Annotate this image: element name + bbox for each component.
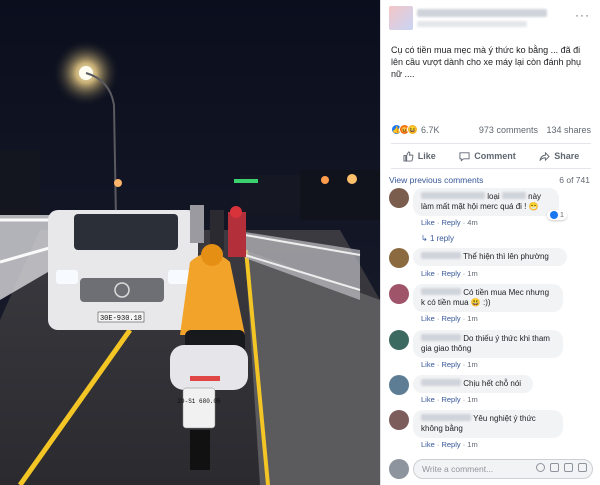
commenter-name-blurred[interactable] (421, 192, 485, 199)
comment-bubble: Có tiền mua Mec nhưng k có tiền mua 😃 :)… (413, 284, 563, 312)
page-name-blurred[interactable] (417, 9, 547, 17)
comment-like-count: 1 (560, 211, 564, 219)
comment-meta: Like · Reply · 1m (421, 440, 478, 449)
commenter-avatar[interactable] (389, 410, 409, 430)
post-stats: 👍 😡 😆 6.7K 973 comments 134 shares (391, 124, 591, 138)
comment-item: loại này làm mất mặt hội merc quá đi ! 😁… (389, 188, 593, 244)
thumbs-up-icon (403, 150, 414, 162)
comment-item: Yêu nghiệt ý thức không bằng Like · Repl… (389, 410, 593, 452)
comment-meta: Like · Reply · 1m (421, 269, 478, 278)
redacted-word (501, 192, 526, 199)
post-action-bar: Like Comment Share (391, 143, 591, 169)
comment-tools (536, 463, 587, 472)
post-timestamp-blurred (417, 21, 527, 27)
car-plate: 30E-930.18 (100, 315, 142, 323)
comment-page-count: 6 of 741 (559, 175, 590, 185)
shares-count-link[interactable]: 134 shares (546, 125, 591, 135)
commenter-avatar[interactable] (389, 375, 409, 395)
comment-reply-link[interactable]: Reply (441, 218, 460, 227)
share-label: Share (554, 151, 580, 161)
haha-reaction-icon: 😆 (407, 124, 418, 135)
camera-icon[interactable] (550, 463, 559, 472)
comment-like-link[interactable]: Like (421, 360, 435, 369)
comment-text-part: loại (487, 192, 500, 201)
comment-reply-link[interactable]: Reply (441, 269, 460, 278)
commenter-name-blurred[interactable] (421, 252, 461, 259)
comment-meta: Like · Reply · 4m (421, 218, 478, 227)
commenter-name-blurred[interactable] (421, 334, 461, 341)
comment-meta: Like · Reply · 1m (421, 360, 478, 369)
comment-item: Chịu hết chỗ nói Like · Reply · 1m (389, 375, 593, 409)
post-photo[interactable]: 30E-930.18 29-S1 680.05 (0, 0, 380, 485)
comment-time: 1m (467, 440, 478, 449)
comment-time: 1m (467, 314, 478, 323)
comment-like-link[interactable]: Like (421, 314, 435, 323)
reaction-count: 6.7K (421, 124, 440, 135)
comment-icon (459, 151, 470, 162)
comment-button[interactable]: Comment (459, 151, 516, 162)
comment-meta: Like · Reply · 1m (421, 314, 478, 323)
share-icon (539, 151, 550, 161)
page-avatar[interactable] (389, 6, 413, 30)
comment-reply-link[interactable]: Reply (441, 360, 460, 369)
comment-item: Do thiếu ý thức khi tham gia giao thông … (389, 330, 593, 374)
comment-bubble: Yêu nghiệt ý thức không bằng (413, 410, 563, 438)
write-comment-row: Write a comment... (389, 458, 593, 480)
comment-bubble: Chịu hết chỗ nói (413, 375, 533, 393)
comment-like-link[interactable]: Like (421, 218, 435, 227)
commenter-avatar[interactable] (389, 188, 409, 208)
share-button[interactable]: Share (539, 151, 579, 162)
comment-item: Có tiền mua Mec nhưng k có tiền mua 😃 :)… (389, 284, 593, 328)
comment-bubble: loại này làm mất mặt hội merc quá đi ! 😁 (413, 188, 559, 216)
like-button[interactable]: Like (403, 150, 436, 162)
commenter-name-blurred[interactable] (421, 288, 461, 295)
commenter-name-blurred[interactable] (421, 414, 471, 421)
comment-label: Comment (474, 151, 516, 161)
comment-like-link[interactable]: Like (421, 395, 435, 404)
comment-text: Thể hiện thì lên phường (463, 252, 549, 261)
comment-bubble: Thể hiện thì lên phường (413, 248, 567, 266)
comment-reply-link[interactable]: Reply (441, 440, 460, 449)
comment-like-badge[interactable]: 1 (547, 210, 567, 220)
more-options-button[interactable]: ··· (575, 8, 590, 22)
user-avatar[interactable] (389, 459, 409, 479)
comment-reply-link[interactable]: Reply (441, 395, 460, 404)
post-panel: ··· Cụ có tiền mua mẹc mà ý thức ko bằng… (380, 0, 600, 485)
commenter-avatar[interactable] (389, 284, 409, 304)
post-header: ··· (381, 0, 600, 40)
comment-time: 1m (467, 269, 478, 278)
commenter-name-blurred[interactable] (421, 379, 461, 386)
view-replies-label: 1 reply (429, 234, 454, 243)
comment-time: 4m (467, 218, 478, 227)
comment-meta: Like · Reply · 1m (421, 395, 478, 404)
gif-icon[interactable] (564, 463, 573, 472)
comment-bubble: Do thiếu ý thức khi tham gia giao thông (413, 330, 563, 358)
comment-time: 1m (467, 395, 478, 404)
comment-item: Thể hiện thì lên phường Like · Reply · 1… (389, 248, 593, 284)
comment-like-link[interactable]: Like (421, 440, 435, 449)
post-caption: Cụ có tiền mua mẹc mà ý thức ko bằng ...… (391, 45, 582, 79)
emoji-icon[interactable] (536, 463, 545, 472)
comment-text: Chịu hết chỗ nói (463, 379, 522, 388)
like-label: Like (417, 151, 436, 161)
sticker-icon[interactable] (578, 463, 587, 472)
comment-share-counts: 973 comments 134 shares (479, 125, 591, 135)
comment-time: 1m (467, 360, 478, 369)
comments-count-link[interactable]: 973 comments (479, 125, 538, 135)
reaction-summary[interactable]: 👍 😡 😆 6.7K (391, 124, 440, 135)
bike-plate: 29-S1 680.05 (177, 398, 221, 405)
comment-like-link[interactable]: Like (421, 269, 435, 278)
comment-reply-link[interactable]: Reply (441, 314, 460, 323)
view-replies-link[interactable]: ↳ 1 reply (421, 234, 454, 243)
like-reaction-icon (550, 211, 558, 219)
night-bridge-photo: 30E-930.18 29-S1 680.05 (0, 0, 380, 485)
commenter-avatar[interactable] (389, 330, 409, 350)
view-previous-comments-link[interactable]: View previous comments (389, 175, 483, 185)
commenter-avatar[interactable] (389, 248, 409, 268)
